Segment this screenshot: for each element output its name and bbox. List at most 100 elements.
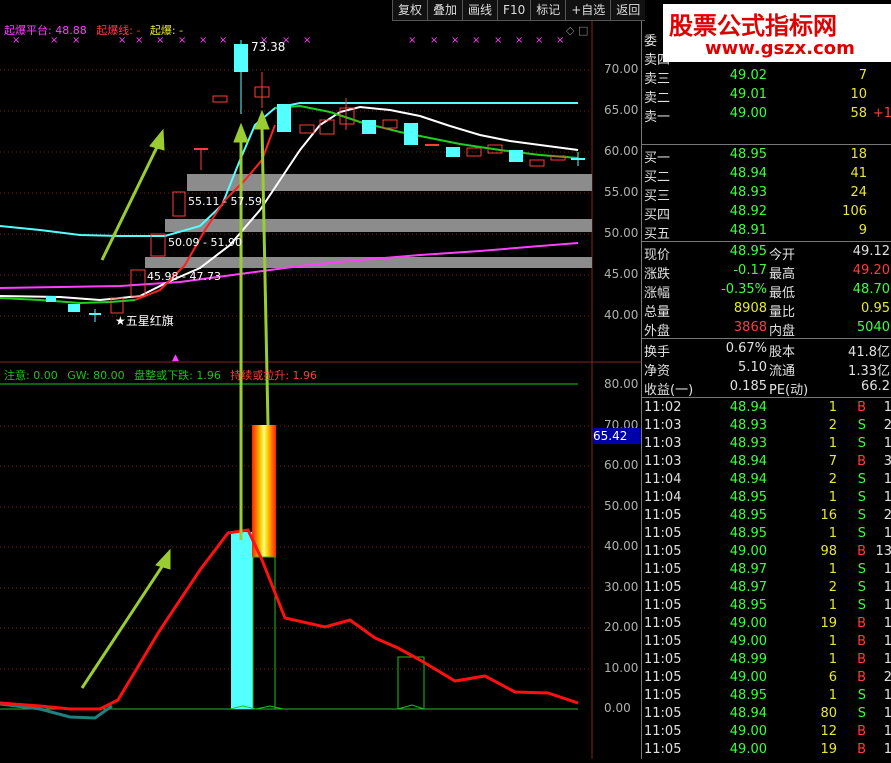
trade-row: 11:04 48.94 2 S 1 bbox=[642, 471, 891, 490]
stat-row: 收益(一) 0.185 PE(动) 66.2 bbox=[642, 378, 891, 398]
indicator-axis-tick: 50.00 bbox=[604, 499, 639, 513]
kline-chart-area[interactable]: × × × × × × × × × × × × × × × × × × × × ▲ bbox=[0, 0, 646, 759]
trade-time: 11:03 bbox=[644, 436, 682, 451]
chart-toolbar: 复权 叠加 画线 F10 标记 +自选 返回 bbox=[392, 0, 646, 21]
pane-controls-icon[interactable]: ◇ □ bbox=[566, 24, 588, 37]
trade-side: S bbox=[857, 688, 866, 703]
bottom-legend: 注意: 0.00 GW: 80.00 盘整或下跌: 1.96 持续或拉升: 1.… bbox=[4, 367, 317, 383]
stat-value: 5.10 bbox=[738, 360, 767, 375]
green-small-line bbox=[229, 704, 425, 710]
order-label: 买三 bbox=[644, 189, 671, 204]
stat-value: 0.67% bbox=[725, 341, 767, 356]
toolbar-button[interactable]: F10 bbox=[497, 0, 531, 21]
order-label: 卖一 bbox=[644, 110, 671, 125]
zone2-label: 50.09 - 51.90 bbox=[168, 236, 242, 249]
fire-signal-bar bbox=[252, 425, 276, 557]
stat-label: 内盘 bbox=[769, 324, 796, 339]
order-volume: 41 bbox=[850, 166, 867, 181]
trade-volume: 1 bbox=[828, 652, 837, 667]
trade-volume: 1 bbox=[828, 688, 837, 703]
stat-label: 现价 bbox=[644, 248, 671, 263]
stat-value: 0.185 bbox=[729, 379, 767, 394]
trade-row: 11:05 49.00 19 B 1 bbox=[642, 741, 891, 759]
star-flag-label: ★五星红旗 bbox=[115, 314, 174, 328]
order-price: 48.92 bbox=[729, 204, 767, 219]
trade-price: 48.93 bbox=[729, 418, 767, 433]
trade-row: 11:04 48.95 1 S 1 bbox=[642, 489, 891, 508]
stat-value: 66.2 bbox=[861, 379, 890, 394]
buy-row[interactable]: 买二 48.94 41 bbox=[642, 165, 891, 185]
price-axis-tick: 45.00 bbox=[604, 267, 639, 281]
price-axis-tick: 50.00 bbox=[604, 226, 639, 240]
trade-side: B bbox=[857, 670, 866, 685]
price-axis-tick: 55.00 bbox=[604, 185, 639, 199]
stat-label: 量比 bbox=[769, 305, 796, 320]
order-label: 卖三 bbox=[644, 72, 671, 87]
legend-rising: 持续或拉升: 1.96 bbox=[230, 369, 318, 382]
trade-time: 11:05 bbox=[644, 652, 682, 667]
legend-consolidate: 盘整或下跌: 1.96 bbox=[134, 369, 221, 382]
toolbar-button[interactable]: 返回 bbox=[610, 0, 646, 21]
order-volume: 18 bbox=[850, 147, 867, 162]
green-box-1 bbox=[252, 556, 276, 710]
trade-price: 48.94 bbox=[729, 472, 767, 487]
toolbar-button[interactable]: 叠加 bbox=[427, 0, 463, 21]
buy-row[interactable]: 买三 48.93 24 bbox=[642, 184, 891, 204]
buy-row[interactable]: 买五 48.91 9 bbox=[642, 222, 891, 242]
trade-price: 49.00 bbox=[729, 670, 767, 685]
stat-label: 净资 bbox=[644, 364, 671, 379]
trade-price: 49.00 bbox=[729, 724, 767, 739]
trade-price: 48.95 bbox=[729, 508, 767, 523]
trade-count: 1 bbox=[884, 598, 891, 613]
sell-row[interactable]: 卖三 49.02 7 bbox=[642, 67, 891, 87]
trade-side: B bbox=[857, 742, 866, 757]
toolbar-button[interactable]: +自选 bbox=[565, 0, 611, 21]
order-price: 48.93 bbox=[729, 185, 767, 200]
trade-time: 11:05 bbox=[644, 688, 682, 703]
price-axis-tick: 60.00 bbox=[604, 144, 639, 158]
trade-volume: 1 bbox=[828, 490, 837, 505]
order-label: 买五 bbox=[644, 227, 671, 242]
trade-row: 11:05 48.94 80 S 1 bbox=[642, 705, 891, 724]
stat-label: 收益(一) bbox=[644, 383, 694, 398]
stat-label: 换手 bbox=[644, 345, 671, 360]
svg-text:×: × bbox=[303, 35, 311, 46]
order-volume: 10 bbox=[850, 87, 867, 102]
order-label: 委 bbox=[644, 34, 658, 49]
trade-row: 11:05 48.99 1 B 1 bbox=[642, 651, 891, 670]
trade-side: B bbox=[857, 652, 866, 667]
stat-value: 1.33亿 bbox=[848, 364, 890, 379]
white-ma-line bbox=[0, 105, 579, 302]
bottom-marker-icon: ▲ bbox=[172, 353, 179, 363]
order-price: 49.02 bbox=[729, 68, 767, 83]
sell-row[interactable]: 卖二 49.01 10 bbox=[642, 86, 891, 106]
trade-side: S bbox=[857, 562, 866, 577]
watermark-title: 股票公式指标网 bbox=[669, 12, 837, 40]
trade-count: 1 bbox=[884, 688, 891, 703]
buy-row[interactable]: 买四 48.92 106 bbox=[642, 203, 891, 223]
indicator-axis-tick: 60.00 bbox=[604, 458, 639, 472]
buy-row[interactable]: 买一 48.95 18 bbox=[642, 146, 891, 166]
trade-row: 11:05 48.97 1 S 1 bbox=[642, 561, 891, 580]
order-label: 买二 bbox=[644, 170, 671, 185]
order-volume: 9 bbox=[858, 223, 867, 238]
trade-volume: 98 bbox=[820, 544, 837, 559]
trade-price: 48.95 bbox=[729, 598, 767, 613]
trade-volume: 19 bbox=[820, 616, 837, 631]
trade-time: 11:03 bbox=[644, 454, 682, 469]
toolbar-button[interactable]: 复权 bbox=[392, 0, 428, 21]
trade-count: 1 bbox=[884, 436, 891, 451]
trade-price: 48.94 bbox=[729, 454, 767, 469]
trade-count: 1 bbox=[884, 562, 891, 577]
legend-attention: 注意: 0.00 bbox=[4, 369, 58, 382]
toolbar-button[interactable]: 画线 bbox=[462, 0, 498, 21]
trade-price: 49.00 bbox=[729, 616, 767, 631]
trade-volume: 7 bbox=[828, 454, 837, 469]
trade-time: 11:05 bbox=[644, 742, 682, 757]
trade-price: 48.94 bbox=[729, 400, 767, 415]
watermark-url: www.gszx.com bbox=[705, 38, 855, 59]
sell-row[interactable]: 卖一 49.00 58 +1 bbox=[642, 105, 891, 125]
trade-price: 48.97 bbox=[729, 562, 767, 577]
toolbar-button[interactable]: 标记 bbox=[530, 0, 566, 21]
stat-label: PE(动) bbox=[769, 383, 809, 398]
